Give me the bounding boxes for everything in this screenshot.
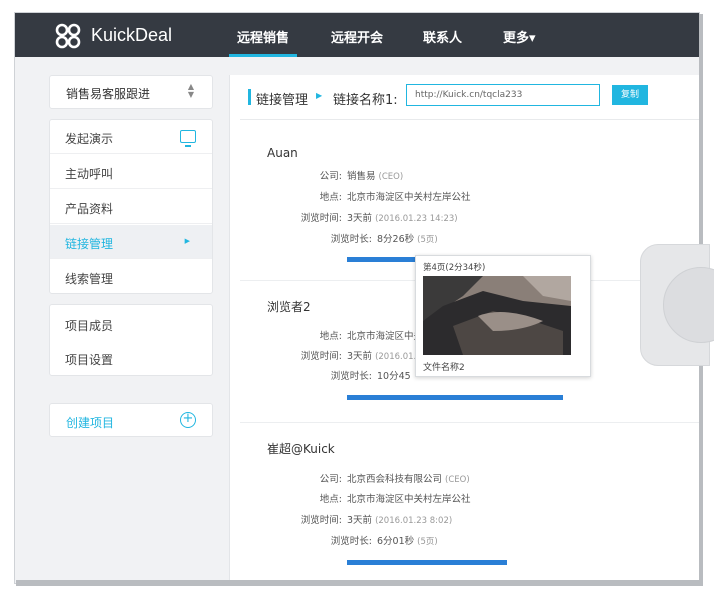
- sidebar-menu-primary: 发起演示 主动呼叫 产品资料 链接管理 ▶ 线索管理: [49, 119, 213, 294]
- project-selector-label: 销售易客服跟进: [66, 87, 151, 101]
- top-navbar: KuickDeal 远程销售 远程开会 联系人 更多▾: [15, 13, 699, 57]
- brand-name[interactable]: KuickDeal: [91, 25, 172, 46]
- field-value: 10分45: [377, 371, 411, 382]
- nav-remote-meeting[interactable]: 远程开会: [331, 27, 383, 46]
- copy-button[interactable]: 复制: [612, 85, 648, 105]
- kuickdeal-logo-icon[interactable]: [55, 23, 81, 49]
- visitor-name[interactable]: Auan: [267, 146, 298, 160]
- breadcrumb-arrow-icon: ▶: [316, 91, 323, 100]
- field-label: 地点:: [319, 192, 342, 203]
- sidebar-item-link-management[interactable]: 链接管理 ▶: [50, 225, 212, 259]
- caret-right-icon: ▶: [184, 237, 190, 245]
- sidebar-item-product-docs[interactable]: 产品资料: [50, 190, 212, 224]
- page-preview-tooltip: 第4页(2分34秒) 文件名称2: [415, 255, 591, 377]
- divider: [240, 422, 699, 423]
- plus-circle-icon: +: [180, 412, 196, 428]
- field-value: 北京市海淀区中关村左岸公社: [347, 192, 471, 203]
- create-project-label: 创建项目: [66, 416, 115, 430]
- create-project-button[interactable]: 创建项目 +: [49, 403, 213, 437]
- window-shadow: [16, 580, 702, 586]
- updown-arrows-icon: ▲ ▼: [187, 82, 194, 99]
- sidebar-item-label: 项目成员: [65, 319, 114, 333]
- breadcrumb-accent-bar: [248, 89, 251, 105]
- field-label: 浏览时长:: [330, 371, 372, 382]
- view-progress-bar[interactable]: [347, 395, 563, 400]
- field-value: 销售易 (CEO): [347, 171, 404, 182]
- field-label: 浏览时间:: [300, 515, 342, 526]
- field-label: 公司:: [319, 474, 342, 485]
- nav-more-dropdown[interactable]: 更多▾: [503, 27, 536, 46]
- preview-page-title: 第4页(2分34秒): [423, 263, 486, 273]
- sidebar-item-label: 发起演示: [65, 132, 114, 146]
- preview-file-name: 文件名称2: [423, 363, 465, 373]
- field-label: 浏览时长:: [330, 234, 372, 245]
- link-url-input[interactable]: [406, 84, 600, 106]
- sidebar-item-project-settings[interactable]: 项目设置: [50, 341, 212, 375]
- sidebar-item-label: 链接管理: [65, 237, 114, 251]
- field-label: 公司:: [319, 171, 342, 182]
- sidebar-item-label: 产品资料: [65, 202, 114, 216]
- sidebar-item-label: 主动呼叫: [65, 167, 114, 181]
- field-label: 浏览时间:: [300, 213, 342, 224]
- floating-scroll-widget[interactable]: [640, 244, 714, 366]
- field-value: 3天前 (2016.01.23 8:02): [347, 515, 453, 526]
- field-value: 8分26秒 (5页): [377, 234, 438, 245]
- sidebar-item-label: 线索管理: [65, 272, 114, 286]
- sidebar-item-project-members[interactable]: 项目成员: [50, 307, 212, 341]
- field-value: 6分01秒 (5页): [377, 536, 438, 547]
- sidebar-menu-project: 项目成员 项目设置: [49, 304, 213, 376]
- project-selector[interactable]: 销售易客服跟进 ▲ ▼: [49, 75, 213, 109]
- sidebar-item-active-call[interactable]: 主动呼叫: [50, 155, 212, 189]
- divider: [240, 119, 699, 120]
- field-value: 北京西会科技有限公司 (CEO): [347, 474, 470, 485]
- field-value: 3天前 (2016.01.23 14:23): [347, 213, 458, 224]
- sidebar-item-lead-management[interactable]: 线索管理: [50, 260, 212, 294]
- nav-active-indicator: [229, 54, 297, 57]
- scroll-knob[interactable]: [663, 267, 714, 343]
- field-label: 浏览时间:: [300, 351, 342, 362]
- field-label: 地点:: [319, 494, 342, 505]
- preview-thumbnail: [423, 276, 571, 355]
- visitor-name[interactable]: 浏览者2: [267, 298, 311, 315]
- visitor-name[interactable]: 崔超@Kuick: [267, 440, 335, 457]
- link-name-label: 链接名称1:: [333, 93, 398, 108]
- nav-remote-sales[interactable]: 远程销售: [237, 27, 289, 46]
- view-progress-bar[interactable]: [347, 560, 507, 565]
- app-window: KuickDeal 远程销售 远程开会 联系人 更多▾ 销售易客服跟进 ▲ ▼ 发…: [14, 12, 700, 584]
- field-value: 北京市海淀区中关村左岸公社: [347, 494, 471, 505]
- nav-contacts[interactable]: 联系人: [423, 27, 462, 46]
- sidebar-item-label: 项目设置: [65, 353, 114, 367]
- breadcrumb-section[interactable]: 链接管理: [256, 89, 308, 108]
- monitor-icon: [180, 130, 196, 147]
- field-label: 地点:: [319, 331, 342, 342]
- sidebar-item-start-demo[interactable]: 发起演示: [50, 120, 212, 154]
- field-label: 浏览时长:: [330, 536, 372, 547]
